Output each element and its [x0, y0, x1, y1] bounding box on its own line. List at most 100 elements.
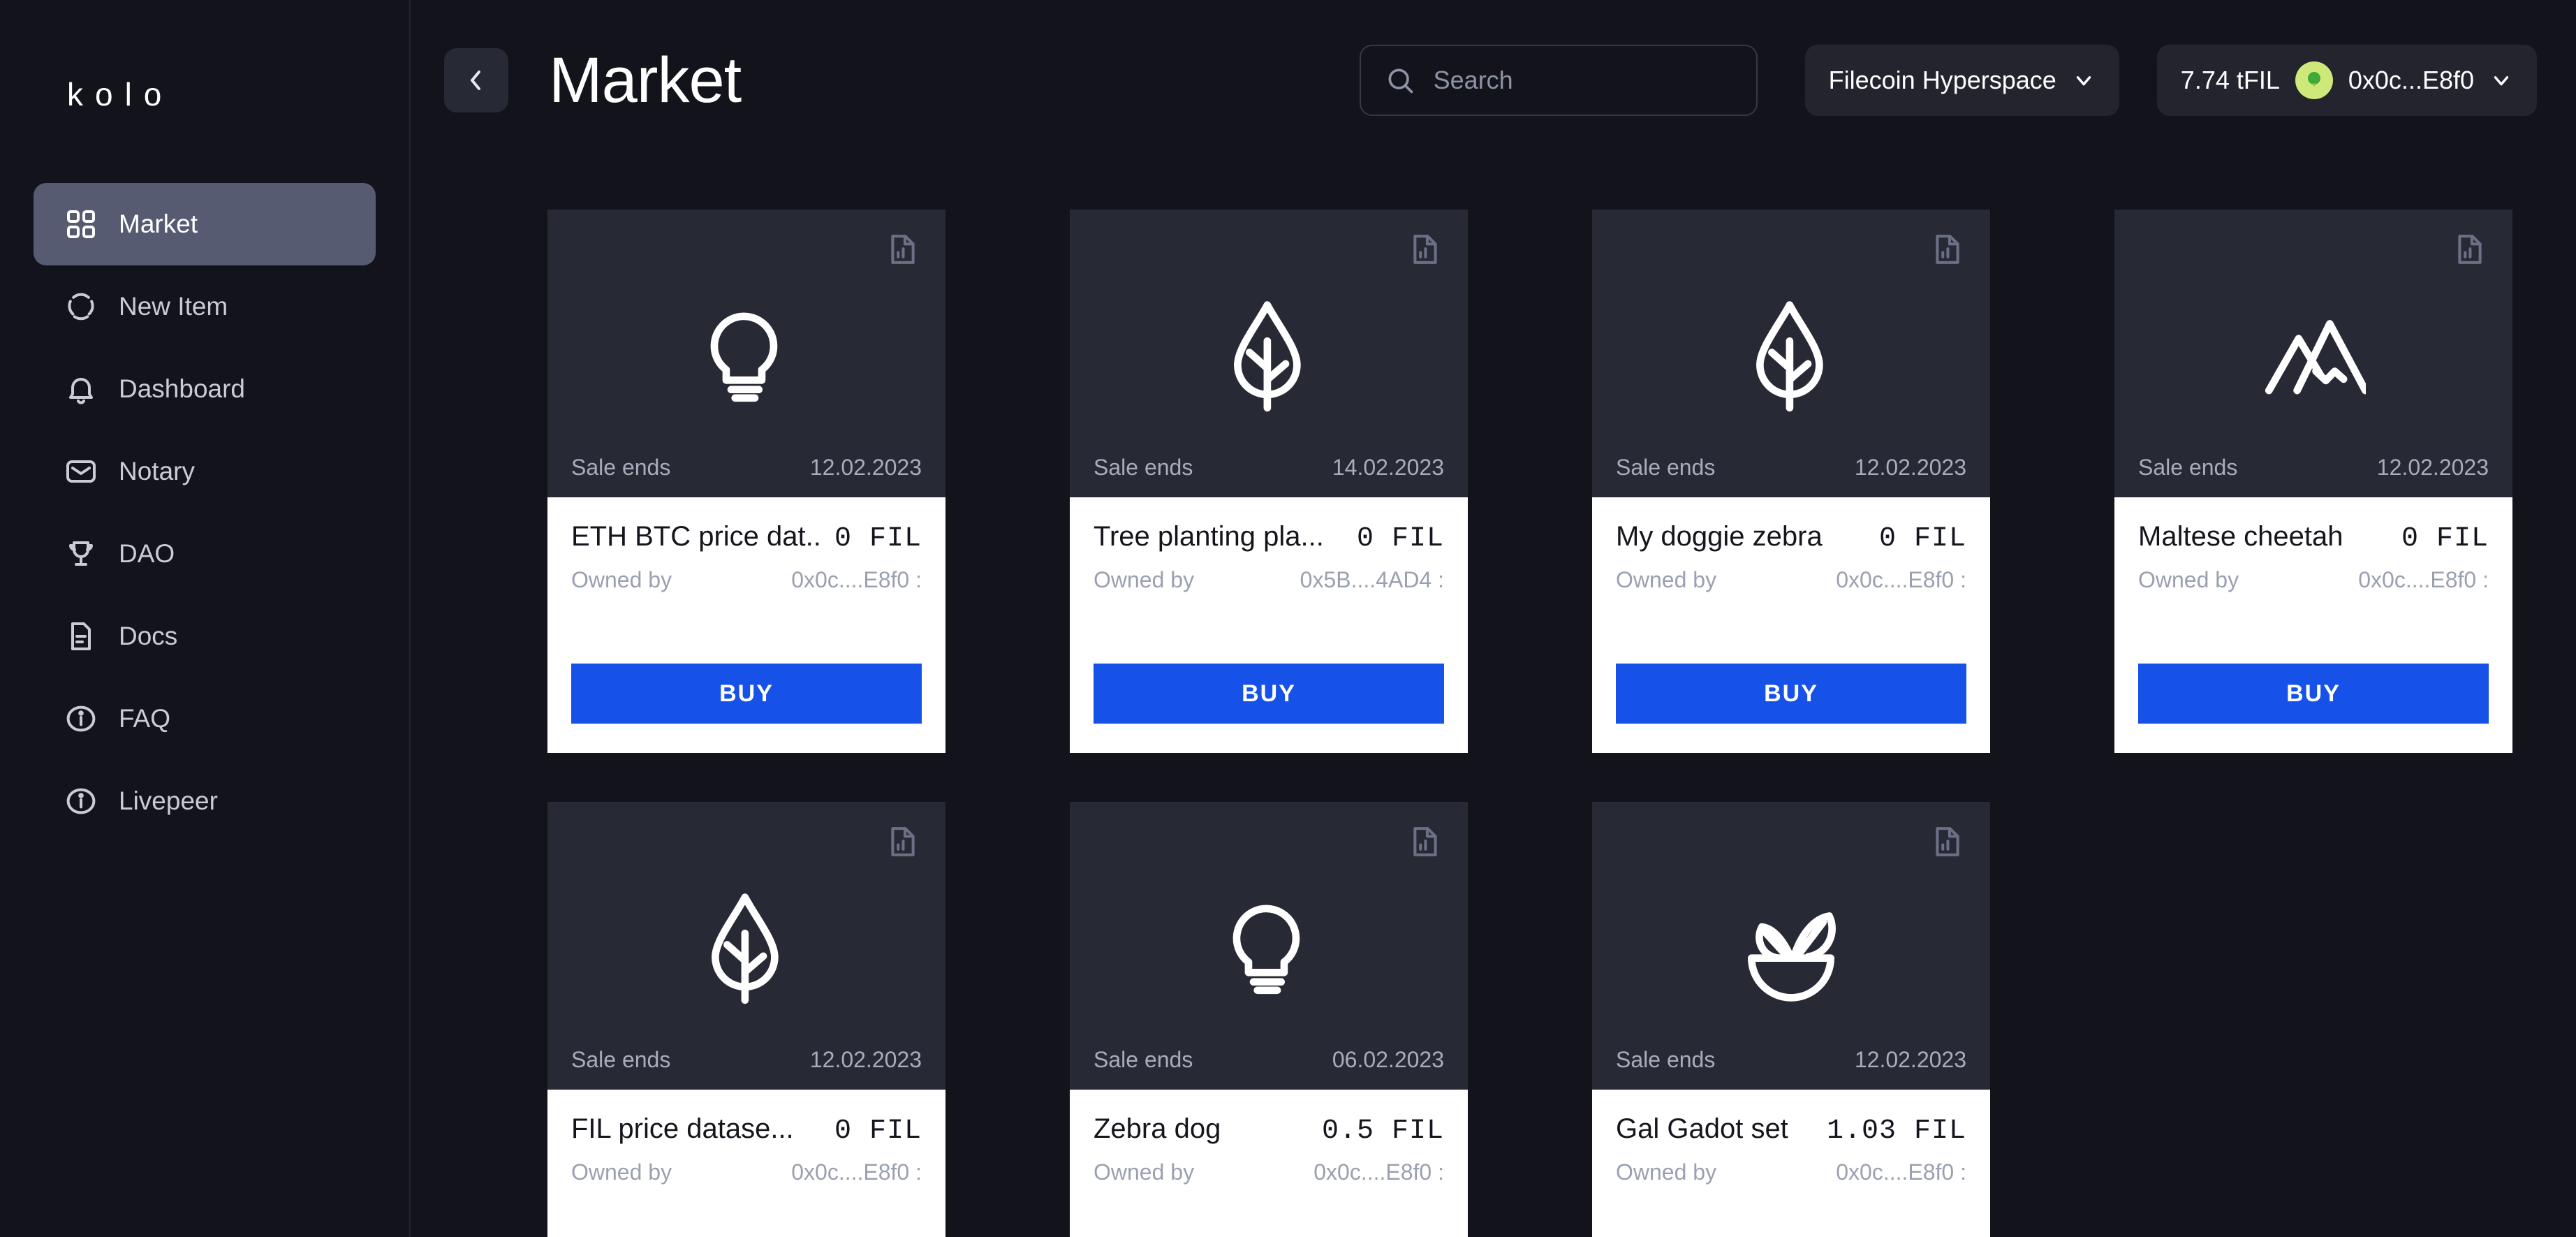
sidebar-item-dashboard[interactable]: Dashboard: [34, 348, 376, 430]
buy-button[interactable]: BUY: [2138, 664, 2489, 724]
owner-address[interactable]: 0x0c....E8f0 :: [791, 1159, 922, 1185]
sale-ends-label: Sale ends: [1094, 455, 1193, 480]
card-body: Tree planting pla... 0 FIL Owned by 0x5B…: [1070, 497, 1468, 753]
market-card[interactable]: Sale ends 12.02.2023 Gal Gadot set 1.03 …: [1592, 802, 1990, 1237]
market-card[interactable]: Sale ends 12.02.2023 My doggie zebra 0 F…: [1592, 210, 1990, 753]
sale-ends-label: Sale ends: [1616, 1047, 1716, 1072]
item-title: Gal Gadot set: [1616, 1113, 1788, 1144]
trophy-icon: [69, 541, 93, 566]
card-media: Sale ends 06.02.2023: [1070, 802, 1468, 1090]
card-media: Sale ends 12.02.2023: [547, 802, 945, 1090]
sidebar-item-docs[interactable]: Docs: [34, 595, 376, 678]
main-content: Market Search Filecoin Hyperspace 7.74 t…: [411, 0, 2576, 1237]
market-card[interactable]: Sale ends 12.02.2023 Maltese cheetah 0 F…: [2114, 210, 2512, 753]
envelope-icon: [66, 460, 96, 483]
sidebar: kolo Market New Item Dashboard Notary DA…: [0, 0, 411, 1237]
buy-button[interactable]: BUY: [1094, 664, 1444, 724]
owned-by-label: Owned by: [2138, 567, 2239, 592]
owner-row: Owned by 0x5B....4AD4 :: [1094, 567, 1444, 593]
dataset-file-icon: [891, 235, 915, 264]
dataset-file-icon: [1413, 827, 1437, 856]
card-body: FIL price datase... 0 FIL Owned by 0x0c.…: [547, 1090, 945, 1237]
sale-ends-date: 12.02.2023: [1854, 1047, 1966, 1072]
card-title-row: My doggie zebra 0 FIL: [1616, 521, 1966, 555]
owner-address[interactable]: 0x0c....E8f0 :: [1836, 1159, 1966, 1185]
circle-dashed-icon: [68, 293, 94, 321]
card-media: Sale ends 12.02.2023: [547, 210, 945, 497]
owner-row: Owned by 0x0c....E8f0 :: [1094, 1159, 1444, 1185]
owned-by-label: Owned by: [1094, 567, 1195, 592]
card-body: ETH BTC price dat... 0 FIL Owned by 0x0c…: [547, 497, 945, 753]
sale-ends-row: Sale ends 12.02.2023: [547, 1047, 945, 1073]
sidebar-item-new-item[interactable]: New Item: [34, 265, 376, 348]
app-logo: kolo: [67, 76, 174, 112]
tree-icon: [1756, 301, 1823, 412]
card-title-row: Maltese cheetah 0 FIL: [2138, 521, 2489, 555]
item-price: 0 FIL: [2401, 523, 2489, 555]
network-selector[interactable]: Filecoin Hyperspace: [1804, 45, 2119, 116]
wallet-balance: 7.74 tFIL: [2180, 66, 2280, 94]
blockie-icon: [2307, 72, 2320, 87]
owner-row: Owned by 0x0c....E8f0 :: [1616, 567, 1966, 593]
owner-row: Owned by 0x0c....E8f0 :: [2138, 567, 2489, 593]
market-card[interactable]: Sale ends 06.02.2023 Zebra dog 0.5 FIL O…: [1070, 802, 1468, 1237]
owner-address[interactable]: 0x0c....E8f0 :: [791, 567, 922, 593]
sidebar-item-dao[interactable]: DAO: [34, 513, 376, 595]
sale-ends-date: 14.02.2023: [1332, 455, 1444, 480]
search-input[interactable]: Search: [1359, 45, 1758, 116]
sidebar-item-label: Notary: [119, 457, 195, 485]
sale-ends-label: Sale ends: [571, 1047, 671, 1072]
sale-ends-row: Sale ends 12.02.2023: [2114, 455, 2512, 481]
sidebar-nav: Market New Item Dashboard Notary DAO Doc…: [0, 183, 409, 842]
owned-by-label: Owned by: [571, 567, 672, 592]
back-button[interactable]: [444, 48, 508, 112]
wallet-selector[interactable]: 7.74 tFIL 0x0c...E8f0: [2156, 45, 2537, 116]
sidebar-item-label: FAQ: [119, 704, 171, 733]
dataset-file-icon: [2458, 235, 2482, 264]
sidebar-item-market[interactable]: Market: [34, 183, 376, 265]
sidebar-item-label: DAO: [119, 539, 175, 568]
sale-ends-date: 12.02.2023: [1854, 455, 1966, 480]
market-card[interactable]: Sale ends 12.02.2023 ETH BTC price dat..…: [547, 210, 945, 753]
sale-ends-date: 06.02.2023: [1332, 1047, 1444, 1072]
sale-ends-label: Sale ends: [1094, 1047, 1193, 1072]
buy-button[interactable]: BUY: [571, 664, 922, 724]
sale-ends-row: Sale ends 14.02.2023: [1070, 455, 1468, 481]
item-price: 0 FIL: [834, 523, 922, 555]
market-card[interactable]: Sale ends 14.02.2023 Tree planting pla..…: [1070, 210, 1468, 753]
lightbulb-icon: [1232, 905, 1300, 995]
sidebar-item-faq[interactable]: FAQ: [34, 678, 376, 760]
buy-button[interactable]: BUY: [1616, 664, 1966, 724]
owned-by-label: Owned by: [1094, 1159, 1195, 1185]
document-icon: [71, 622, 91, 650]
owned-by-label: Owned by: [571, 1159, 672, 1185]
sale-ends-row: Sale ends 12.02.2023: [1592, 1047, 1990, 1073]
sidebar-item-notary[interactable]: Notary: [34, 430, 376, 513]
sidebar-item-livepeer[interactable]: Livepeer: [34, 760, 376, 842]
market-card[interactable]: Sale ends 12.02.2023 FIL price datase...…: [547, 802, 945, 1237]
owner-address[interactable]: 0x0c....E8f0 :: [2358, 567, 2489, 593]
item-title: My doggie zebra: [1616, 521, 1823, 552]
app-root: kolo Market New Item Dashboard Notary DA…: [0, 0, 2576, 1237]
sale-ends-row: Sale ends 12.02.2023: [1592, 455, 1990, 481]
owner-row: Owned by 0x0c....E8f0 :: [571, 1159, 922, 1185]
item-price: 0 FIL: [1878, 523, 1966, 555]
card-title-row: Tree planting pla... 0 FIL: [1094, 521, 1444, 555]
chevron-down-icon: [2076, 76, 2091, 86]
card-body: Zebra dog 0.5 FIL Owned by 0x0c....E8f0 …: [1070, 1090, 1468, 1237]
owner-address[interactable]: 0x0c....E8f0 :: [1313, 1159, 1444, 1185]
item-title: Maltese cheetah: [2138, 521, 2343, 552]
card-body: Maltese cheetah 0 FIL Owned by 0x0c....E…: [2114, 497, 2512, 753]
sidebar-item-label: Dashboard: [119, 374, 246, 403]
tree-icon: [1234, 301, 1301, 412]
owned-by-label: Owned by: [1616, 1159, 1717, 1185]
card-title-row: Gal Gadot set 1.03 FIL: [1616, 1113, 1966, 1147]
sale-ends-row: Sale ends 06.02.2023: [1070, 1047, 1468, 1073]
mountain-icon: [2265, 320, 2366, 395]
sale-ends-date: 12.02.2023: [809, 1047, 922, 1072]
search-icon: [1388, 68, 1413, 94]
owner-address[interactable]: 0x0c....E8f0 :: [1836, 567, 1966, 593]
top-bar: Market Search Filecoin Hyperspace 7.74 t…: [411, 0, 2576, 161]
card-body: My doggie zebra 0 FIL Owned by 0x0c....E…: [1592, 497, 1990, 753]
owner-address[interactable]: 0x5B....4AD4 :: [1300, 567, 1444, 593]
